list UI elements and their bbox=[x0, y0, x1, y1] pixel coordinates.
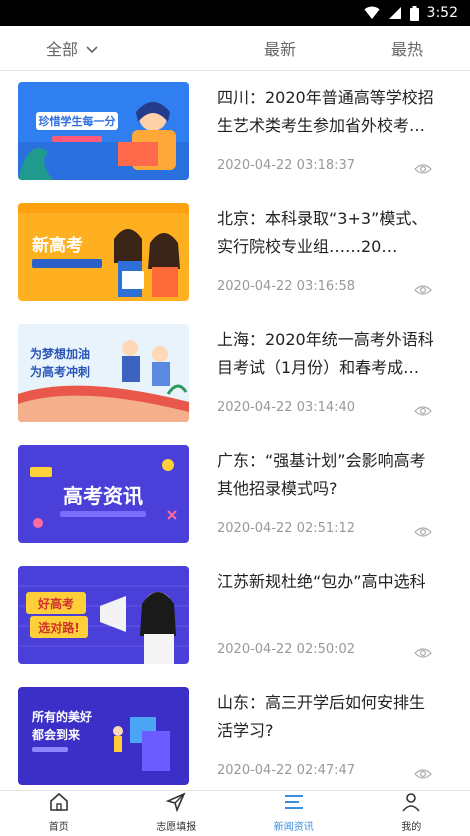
nav-volunteer[interactable]: 志愿填报 bbox=[118, 791, 236, 836]
nav-news[interactable]: 新闻资讯 bbox=[235, 791, 353, 836]
status-bar: 3:52 bbox=[0, 0, 470, 26]
svg-text:所有的美好: 所有的美好 bbox=[32, 709, 92, 724]
eye-icon bbox=[414, 281, 432, 300]
news-title: 北京：本科录取“3+3”模式、实行院校专业组……20… bbox=[217, 209, 428, 256]
news-title: 四川：2020年普通高等学校招生艺术类考生参加省外校考… bbox=[217, 88, 434, 135]
news-time: 2020-04-22 02:51:12 bbox=[217, 521, 356, 536]
eye-icon bbox=[414, 644, 432, 663]
eye-icon bbox=[414, 765, 432, 784]
svg-text:为梦想加油: 为梦想加油 bbox=[30, 346, 90, 361]
news-time: 2020-04-22 03:18:37 bbox=[217, 158, 356, 173]
tab-hot[interactable]: 最热 bbox=[391, 36, 423, 60]
eye-icon bbox=[414, 523, 432, 542]
tab-hot-label: 最热 bbox=[391, 40, 424, 59]
news-thumbnail: 所有的美好 都会到来 bbox=[18, 687, 189, 785]
battery-icon bbox=[409, 5, 419, 21]
signal-icon bbox=[388, 6, 402, 20]
nav-news-label: 新闻资讯 bbox=[273, 822, 314, 833]
svg-text:珍惜学生每一分: 珍惜学生每一分 bbox=[39, 114, 116, 128]
nav-mine-label: 我的 bbox=[401, 822, 422, 833]
news-time: 2020-04-22 03:14:40 bbox=[217, 400, 356, 415]
list-item[interactable]: 新高考 北京：本科录取“3+3”模式、实行院校专业组……20… 2020-04-… bbox=[0, 193, 470, 314]
tab-all-label: 全部 bbox=[46, 40, 79, 59]
wifi-icon bbox=[364, 6, 380, 20]
list-item[interactable]: 珍惜学生每一分 四川：2020年普通高等学校招生艺术类考生参加省外校考… 202… bbox=[0, 72, 470, 193]
news-thumbnail: 珍惜学生每一分 bbox=[18, 82, 189, 180]
nav-home-label: 首页 bbox=[48, 822, 69, 833]
home-icon bbox=[49, 792, 69, 815]
filter-tabs: 全部 最新 最热 bbox=[0, 26, 470, 71]
svg-text:都会到来: 都会到来 bbox=[31, 727, 81, 742]
bottom-nav: 首页 志愿填报 新闻资讯 我的 bbox=[0, 790, 470, 836]
svg-text:高考资讯: 高考资讯 bbox=[63, 484, 143, 508]
list-item[interactable]: 为梦想加油 为高考冲刺 上海：2020年统一高考外语科目考试（1月份）和春考成…… bbox=[0, 314, 470, 435]
news-time: 2020-04-22 03:16:58 bbox=[217, 279, 356, 294]
svg-text:为高考冲刺: 为高考冲刺 bbox=[30, 364, 90, 379]
news-thumbnail: 新高考 bbox=[18, 203, 189, 301]
news-time: 2020-04-22 02:50:02 bbox=[217, 642, 356, 657]
svg-text:选对路!: 选对路! bbox=[38, 620, 79, 635]
chevron-down-icon bbox=[86, 39, 98, 58]
send-icon bbox=[165, 792, 186, 815]
svg-text:好高考: 好高考 bbox=[37, 596, 74, 611]
list-item[interactable]: 高考资讯 广东：“强基计划”会影响高考其他招录模式吗? 2020-04-22 0… bbox=[0, 435, 470, 556]
eye-icon bbox=[414, 402, 432, 421]
nav-mine[interactable]: 我的 bbox=[353, 791, 470, 836]
svg-text:新高考: 新高考 bbox=[32, 235, 83, 256]
list-item[interactable]: 所有的美好 都会到来 山东：高三开学后如何安排生活学习? 2020-04-22 … bbox=[0, 677, 470, 790]
nav-volunteer-label: 志愿填报 bbox=[156, 822, 197, 833]
tab-newest-label: 最新 bbox=[264, 40, 297, 59]
news-time: 2020-04-22 02:47:47 bbox=[217, 763, 356, 778]
user-icon bbox=[401, 792, 421, 815]
news-thumbnail: 好高考 选对路! bbox=[18, 566, 189, 664]
tab-all[interactable]: 全部 bbox=[46, 36, 98, 60]
nav-home[interactable]: 首页 bbox=[0, 791, 118, 836]
list-icon bbox=[283, 792, 305, 815]
news-title: 上海：2020年统一高考外语科目考试（1月份）和春考成… bbox=[217, 330, 434, 377]
news-title: 广东：“强基计划”会影响高考其他招录模式吗? bbox=[217, 451, 426, 498]
news-title: 山东：高三开学后如何安排生活学习? bbox=[217, 693, 426, 740]
news-thumbnail: 高考资讯 bbox=[18, 445, 189, 543]
news-list: 珍惜学生每一分 四川：2020年普通高等学校招生艺术类考生参加省外校考… 202… bbox=[0, 72, 470, 790]
status-time: 3:52 bbox=[426, 5, 458, 21]
news-title: 江苏新规杜绝“包办”高中选科 bbox=[217, 572, 426, 591]
eye-icon bbox=[414, 160, 432, 179]
news-thumbnail: 为梦想加油 为高考冲刺 bbox=[18, 324, 189, 422]
tab-newest[interactable]: 最新 bbox=[264, 36, 296, 60]
list-item[interactable]: 好高考 选对路! 江苏新规杜绝“包办”高中选科 2020-04-22 02:50… bbox=[0, 556, 470, 677]
